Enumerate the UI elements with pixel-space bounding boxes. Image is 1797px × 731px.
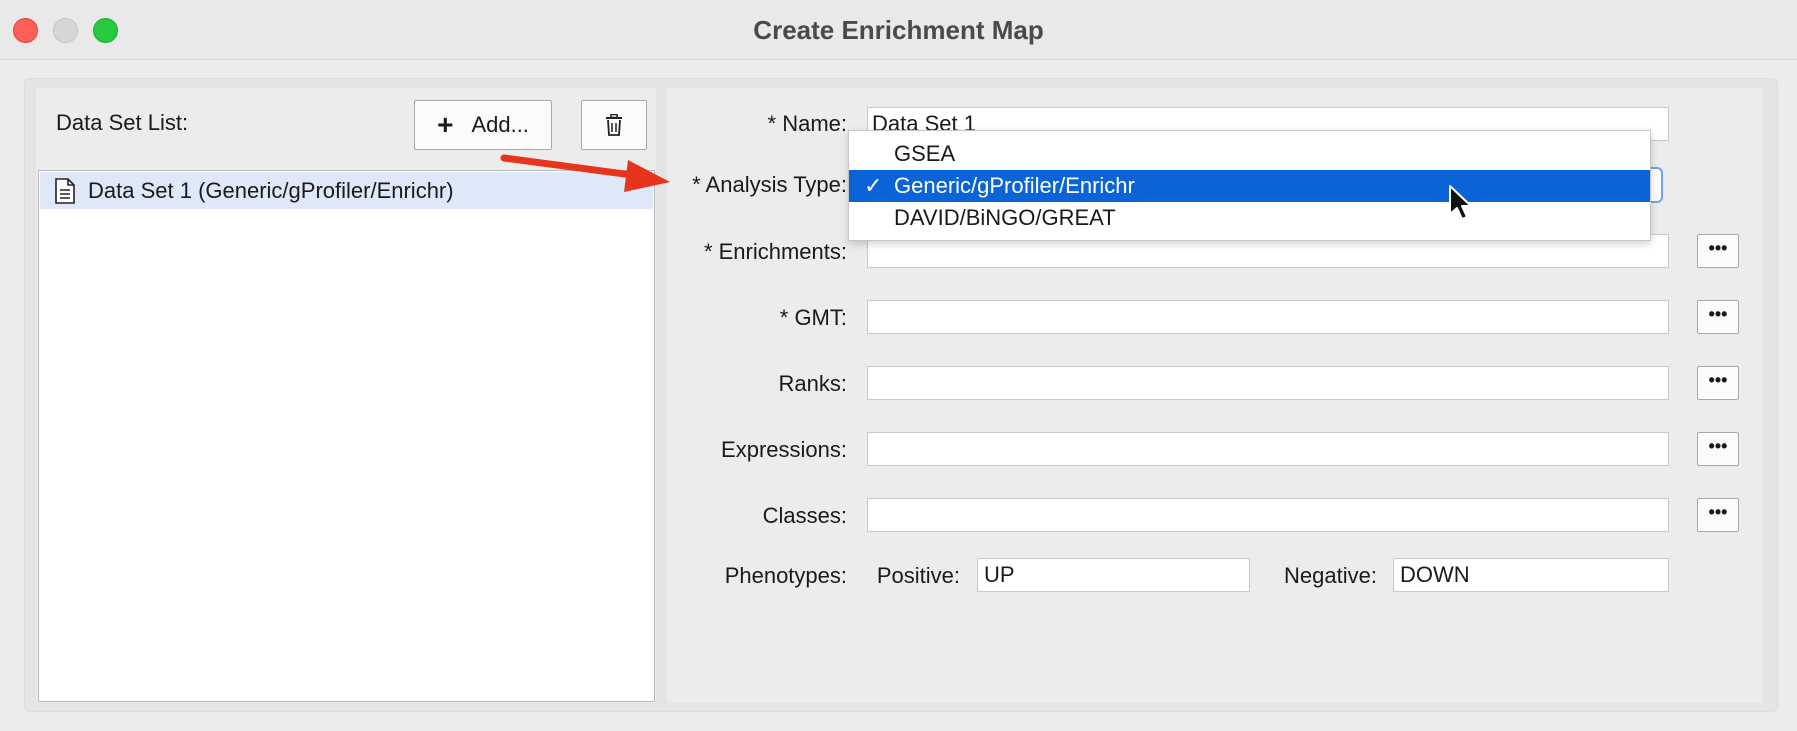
option-generic-gprofiler-enrichr[interactable]: ✓ Generic/gProfiler/Enrichr <box>849 170 1650 202</box>
plus-icon: + <box>437 109 454 140</box>
expressions-browse-button[interactable]: ••• <box>1697 432 1739 466</box>
enrichments-browse-button[interactable]: ••• <box>1697 234 1739 268</box>
expressions-field[interactable] <box>867 432 1669 466</box>
expressions-label: Expressions: <box>721 437 847 462</box>
analysis-type-dropdown-menu[interactable]: GSEA ✓ Generic/gProfiler/Enrichr DAVID/B… <box>848 130 1651 241</box>
document-icon <box>55 177 75 204</box>
list-item-label: Data Set 1 (Generic/gProfiler/Enrichr) <box>88 177 454 203</box>
checkmark-icon: ✓ <box>864 173 883 198</box>
dataset-list-label: Data Set List: <box>56 110 189 135</box>
enrichments-label: * Enrichments: <box>703 239 847 264</box>
gmt-field[interactable] <box>867 300 1669 334</box>
create-enrichment-map-window: Create Enrichment Map Data Set List: + A… <box>0 0 1797 731</box>
classes-browse-button[interactable]: ••• <box>1697 498 1739 532</box>
title-bar: Create Enrichment Map <box>0 0 1797 60</box>
name-label: * Name: <box>767 111 847 136</box>
negative-phenotype-field[interactable]: DOWN <box>1393 558 1669 592</box>
classes-field[interactable] <box>867 498 1669 532</box>
add-button-label: Add... <box>471 112 529 137</box>
gmt-browse-button[interactable]: ••• <box>1697 300 1739 334</box>
option-gsea[interactable]: GSEA <box>849 138 1650 170</box>
option-david-bingo-great[interactable]: DAVID/BiNGO/GREAT <box>849 202 1650 234</box>
red-arrow-annotation <box>500 154 670 192</box>
ranks-label: Ranks: <box>778 371 847 396</box>
ranks-browse-button[interactable]: ••• <box>1697 366 1739 400</box>
positive-label: Positive: <box>876 563 960 588</box>
ranks-field[interactable] <box>867 366 1669 400</box>
window-title: Create Enrichment Map <box>753 15 1044 45</box>
add-dataset-button[interactable]: + Add... <box>414 100 552 150</box>
negative-label: Negative: <box>1284 563 1377 588</box>
option-label: Generic/gProfiler/Enrichr <box>894 173 1135 198</box>
mouse-cursor-icon <box>1449 185 1472 220</box>
gmt-label: * GMT: <box>779 305 847 330</box>
classes-label: Classes: <box>762 503 847 528</box>
